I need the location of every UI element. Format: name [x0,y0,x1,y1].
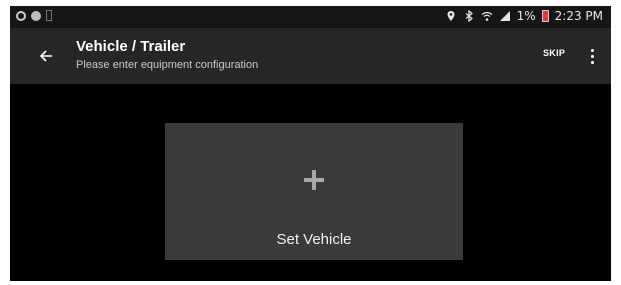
back-button[interactable] [32,42,60,70]
plus-icon [304,170,324,190]
wifi-icon [481,11,492,21]
more-vert-icon-dot [590,60,594,64]
skip-button[interactable]: SKIP [543,48,565,58]
bluetooth-icon [465,10,473,22]
battery-icon [541,10,549,22]
more-vert-icon [590,48,594,52]
status-time: 2:23 PM [554,9,603,23]
status-left-icons [16,10,52,21]
sim-icon [46,10,52,21]
page-title: Vehicle / Trailer [76,38,186,55]
status-right-icons: 1% 2:23 PM [445,9,603,23]
battery-percent: 1% [516,9,536,23]
signal-icon [499,11,510,21]
notification-icon [31,10,41,21]
set-vehicle-card[interactable]: Set Vehicle [165,123,463,260]
location-icon [447,11,455,21]
page-subtitle: Please enter equipment configuration [76,59,259,71]
more-options-button[interactable] [584,44,600,68]
app-toolbar: Vehicle / Trailer Please enter equipment… [10,28,611,84]
app-screen: 1% 2:23 PM Vehicle / Trailer Please ente… [10,6,611,281]
app-icon [16,10,26,21]
set-vehicle-label: Set Vehicle [276,231,352,248]
arrow-left-icon [39,50,52,62]
status-bar: 1% 2:23 PM [10,6,611,28]
more-vert-icon-dot [590,54,594,58]
